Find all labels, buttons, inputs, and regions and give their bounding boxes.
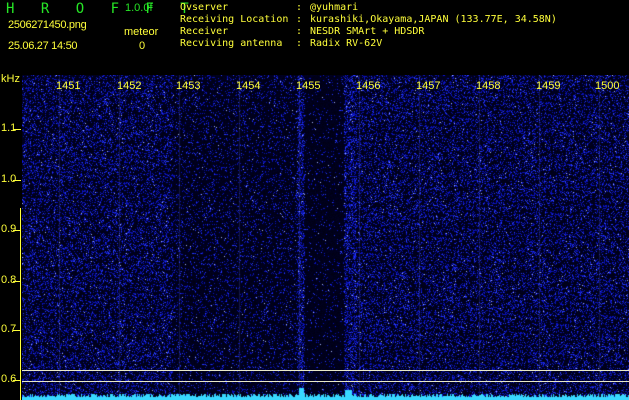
reference-line — [22, 381, 629, 382]
y-tick — [13, 180, 21, 181]
info-value: @yuhmari — [310, 2, 359, 13]
info-key: Recviving antenna — [180, 38, 283, 49]
info-row-receiver: Receiver: NESDR SMArt + HDSDR — [180, 26, 425, 37]
x-label: 1454 — [236, 80, 261, 92]
reference-line — [22, 370, 629, 371]
waterfall-spectrogram — [22, 75, 629, 400]
x-label: 1457 — [416, 80, 441, 92]
meteor-label: meteor — [124, 26, 159, 38]
file-name: 2506271450.png — [8, 19, 87, 31]
y-label: 1.1 — [1, 122, 17, 134]
y-axis-unit: kHz — [1, 73, 20, 85]
y-label: 0.7 — [1, 323, 17, 335]
capture-datetime: 25.06.27 14:50 — [8, 40, 78, 52]
info-value: Radix RV-62V — [310, 38, 383, 49]
app-version: 1.0.0f — [125, 2, 153, 14]
x-label: 1453 — [176, 80, 201, 92]
x-label: 1455 — [296, 80, 321, 92]
waterfall-canvas — [22, 75, 629, 400]
y-label: 0.9 — [1, 223, 17, 235]
info-key: Receiving Location — [180, 14, 289, 25]
info-row-location: Receiving Location: kurashiki,Okayama,JAP… — [180, 14, 557, 25]
station-info: Ovserver: @yuhmari Receiving Location: kur… — [180, 2, 557, 50]
x-label: 1458 — [476, 80, 501, 92]
info-key: Ovserver — [180, 2, 229, 13]
x-label: 1459 — [536, 80, 561, 92]
meteor-count: 0 — [139, 40, 146, 52]
info-row-observer: Ovserver: @yuhmari — [180, 2, 359, 13]
y-tick — [13, 129, 21, 130]
info-row-antenna: Recviving antenna: Radix RV-62V — [180, 38, 383, 49]
x-label: 1452 — [117, 80, 142, 92]
y-axis-line — [20, 208, 21, 400]
y-label: 0.8 — [1, 274, 17, 286]
y-label: 0.6 — [1, 373, 17, 385]
y-label: 1.0 — [1, 173, 17, 185]
x-label: 1451 — [56, 80, 81, 92]
x-label: 1456 — [356, 80, 381, 92]
x-label: 1500 — [595, 80, 620, 92]
info-value: kurashiki,Okayama,JAPAN (133.77E, 34.58N… — [310, 14, 557, 25]
app-title: H R O F F T — [6, 1, 198, 17]
info-key: Receiver — [180, 26, 229, 37]
header-panel: H R O F F T 1.0.0f 2506271450.png 25.06.… — [0, 0, 629, 75]
info-value: NESDR SMArt + HDSDR — [310, 26, 425, 37]
